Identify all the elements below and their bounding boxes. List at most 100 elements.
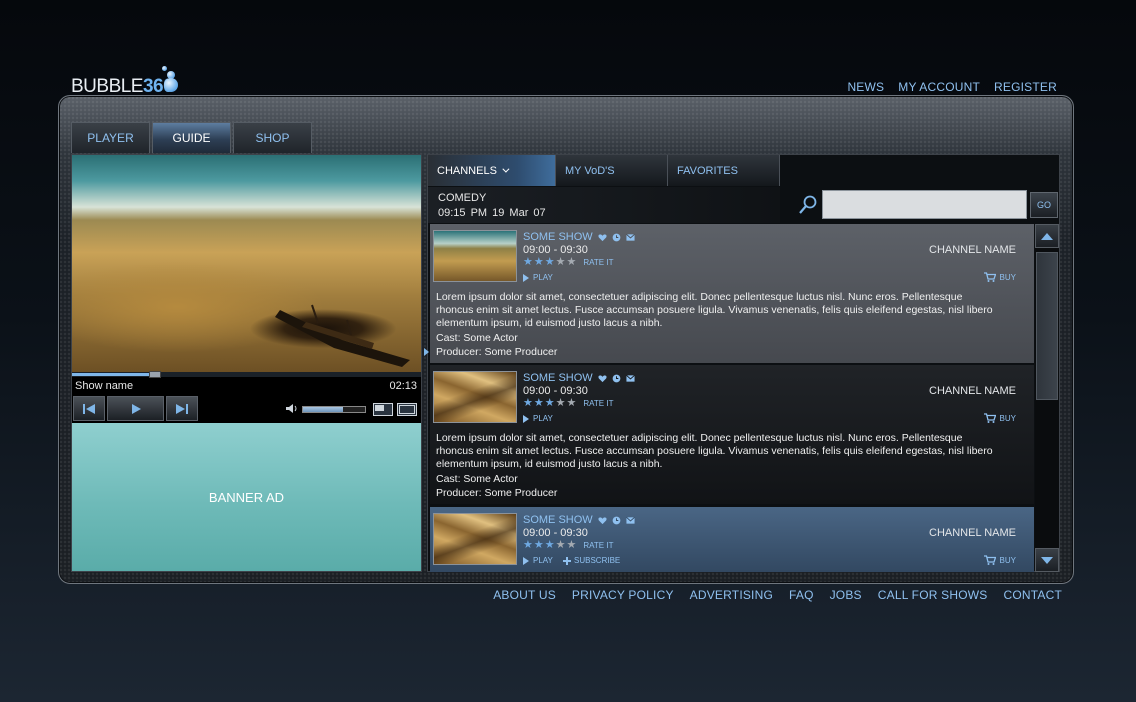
- list-item[interactable]: SOME SHOW 09:00 - 09:30 ★ ★ ★ ★ ★ RATE IT PL…: [430, 365, 1034, 504]
- channel-name: CHANNEL NAME: [929, 385, 1016, 397]
- program-cast: Cast: Some Actor: [436, 473, 518, 485]
- play-link-label: PLAY: [533, 414, 553, 423]
- subscribe-link[interactable]: SUBSCRIBE: [563, 556, 620, 565]
- tab-channels[interactable]: CHANNELS: [428, 155, 556, 186]
- genre-box: COMEDY 09:15 PM 19 Mar 07: [428, 187, 780, 223]
- footer-advertising[interactable]: ADVERTISING: [690, 588, 773, 602]
- clock-icon[interactable]: [612, 374, 621, 383]
- search-input[interactable]: [822, 190, 1027, 219]
- seek-bar[interactable]: [72, 371, 421, 378]
- star-icon[interactable]: ★: [523, 257, 533, 268]
- star-rating[interactable]: ★ ★ ★ ★ ★ RATE IT: [523, 257, 613, 268]
- skip-back-icon: [83, 403, 95, 414]
- plus-icon: [563, 556, 571, 565]
- mail-icon[interactable]: [625, 516, 635, 525]
- tab-player[interactable]: PLAYER: [71, 122, 150, 153]
- video-player: Show name 02:13 BANNER AD: [71, 154, 422, 572]
- volume-icon[interactable]: [286, 403, 298, 414]
- play-icon: [523, 273, 529, 282]
- heart-icon[interactable]: [598, 374, 607, 383]
- search-icon[interactable]: [798, 195, 818, 215]
- star-icon[interactable]: ★: [567, 398, 577, 409]
- heart-icon[interactable]: [598, 516, 607, 525]
- next-button[interactable]: [166, 396, 198, 421]
- rate-it-link[interactable]: RATE IT: [583, 541, 613, 550]
- buy-link[interactable]: BUY: [983, 272, 1016, 282]
- buy-label: BUY: [999, 413, 1016, 423]
- scroll-thumb[interactable]: [1036, 252, 1058, 400]
- star-icon[interactable]: ★: [545, 257, 555, 268]
- heart-icon[interactable]: [598, 233, 607, 242]
- program-title[interactable]: SOME SHOW: [523, 231, 635, 243]
- star-rating[interactable]: ★ ★ ★ ★ ★ RATE IT: [523, 540, 613, 551]
- program-title[interactable]: SOME SHOW: [523, 514, 635, 526]
- star-icon[interactable]: ★: [523, 398, 533, 409]
- buy-label: BUY: [999, 272, 1016, 282]
- main-tabs: PLAYER GUIDE SHOP: [71, 122, 312, 153]
- star-icon[interactable]: ★: [545, 398, 555, 409]
- star-icon[interactable]: ★: [556, 540, 566, 551]
- rate-it-link[interactable]: RATE IT: [583, 258, 613, 267]
- clock-icon[interactable]: [612, 516, 621, 525]
- footer-call-for-shows[interactable]: CALL FOR SHOWS: [878, 588, 988, 602]
- star-icon[interactable]: ★: [567, 540, 577, 551]
- nav-register[interactable]: REGISTER: [994, 80, 1057, 94]
- program-thumbnail[interactable]: [433, 513, 517, 565]
- star-icon[interactable]: ★: [534, 257, 544, 268]
- nav-my-account[interactable]: MY ACCOUNT: [898, 80, 980, 94]
- play-link[interactable]: PLAY: [523, 414, 553, 423]
- footer-jobs[interactable]: JOBS: [830, 588, 862, 602]
- star-icon[interactable]: ★: [523, 540, 533, 551]
- chevron-down-icon: [502, 165, 510, 173]
- seek-handle[interactable]: [149, 371, 161, 378]
- play-link[interactable]: PLAY: [523, 556, 553, 565]
- program-thumbnail[interactable]: [433, 371, 517, 423]
- arrow-up-icon: [1041, 232, 1053, 240]
- tab-shop[interactable]: SHOP: [233, 122, 312, 153]
- rate-it-link[interactable]: RATE IT: [583, 399, 613, 408]
- fullscreen-button[interactable]: [397, 403, 417, 416]
- small-view-button[interactable]: [373, 403, 393, 416]
- buy-link[interactable]: BUY: [983, 413, 1016, 423]
- footer-contact[interactable]: CONTACT: [1003, 588, 1062, 602]
- tab-my-vods[interactable]: MY VoD'S: [556, 155, 668, 186]
- subscribe-label: SUBSCRIBE: [574, 556, 621, 565]
- program-thumbnail[interactable]: [433, 230, 517, 282]
- footer-about-us[interactable]: ABOUT US: [493, 588, 556, 602]
- star-icon[interactable]: ★: [556, 398, 566, 409]
- banner-ad[interactable]: BANNER AD: [72, 423, 421, 571]
- scroll-down-button[interactable]: [1035, 548, 1059, 572]
- buy-link[interactable]: BUY: [983, 555, 1016, 565]
- tab-favorites[interactable]: FAVORITES: [668, 155, 780, 186]
- clock-icon[interactable]: [612, 233, 621, 242]
- star-icon[interactable]: ★: [556, 257, 566, 268]
- star-rating[interactable]: ★ ★ ★ ★ ★ RATE IT: [523, 398, 613, 409]
- star-icon[interactable]: ★: [567, 257, 577, 268]
- program-time: 09:00 - 09:30: [523, 244, 588, 256]
- play-link-label: PLAY: [533, 273, 553, 282]
- star-icon[interactable]: ★: [534, 398, 544, 409]
- program-cast: Cast: Some Actor: [436, 332, 518, 344]
- footer-faq[interactable]: FAQ: [789, 588, 814, 602]
- show-name: Show name: [75, 380, 134, 392]
- nav-news[interactable]: NEWS: [847, 80, 884, 94]
- video-frame[interactable]: [72, 155, 421, 372]
- go-button[interactable]: GO: [1030, 192, 1058, 218]
- volume-slider[interactable]: [302, 406, 366, 413]
- list-item[interactable]: SOME SHOW 09:00 - 09:30 ★ ★ ★ ★ ★ RATE IT PL…: [430, 507, 1034, 572]
- mail-icon[interactable]: [625, 374, 635, 383]
- mail-icon[interactable]: [625, 233, 635, 242]
- tab-channels-label: CHANNELS: [437, 164, 497, 177]
- scrollbar[interactable]: [1035, 224, 1059, 572]
- previous-button[interactable]: [73, 396, 105, 421]
- list-item[interactable]: SOME SHOW 09:00 - 09:30 ★ ★ ★ ★ ★ RATE IT PL…: [430, 224, 1034, 363]
- program-title[interactable]: SOME SHOW: [523, 372, 635, 384]
- star-icon[interactable]: ★: [545, 540, 555, 551]
- play-link[interactable]: PLAY: [523, 273, 553, 282]
- play-button[interactable]: [107, 396, 164, 421]
- logo[interactable]: BUBBLE360: [71, 66, 201, 98]
- tab-guide[interactable]: GUIDE: [152, 122, 231, 153]
- star-icon[interactable]: ★: [534, 540, 544, 551]
- footer-privacy-policy[interactable]: PRIVACY POLICY: [572, 588, 674, 602]
- scroll-up-button[interactable]: [1035, 224, 1059, 248]
